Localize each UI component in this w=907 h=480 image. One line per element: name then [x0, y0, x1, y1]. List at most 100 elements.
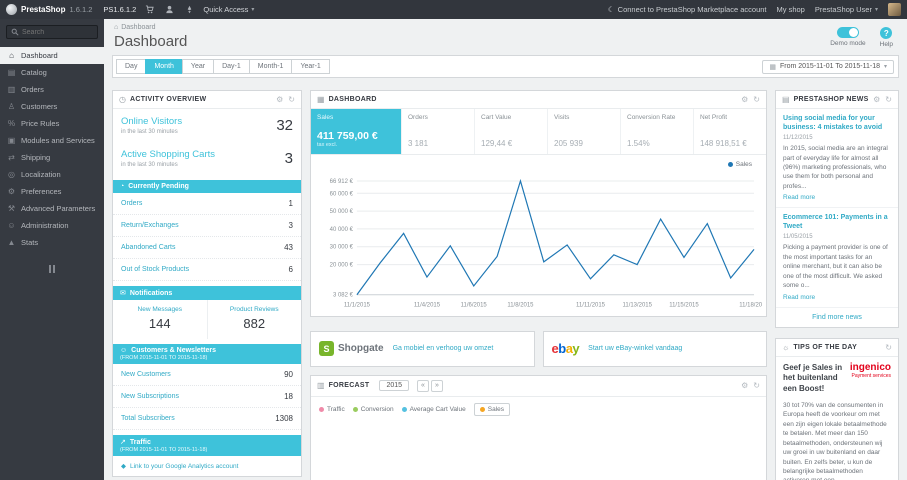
sidebar-item-label: Modules and Services: [21, 136, 95, 145]
legend-label: Traffic: [327, 405, 345, 413]
launch-icon[interactable]: [183, 5, 196, 14]
sidebar-item-localization[interactable]: ◎ Localization: [0, 166, 104, 183]
refresh-icon[interactable]: ↻: [885, 95, 892, 104]
out-of-stock-row[interactable]: Out of Stock Products 6: [113, 259, 301, 281]
row-value: 90: [284, 370, 293, 379]
kpi-orders[interactable]: Orders 3 181: [402, 109, 475, 154]
read-more-link[interactable]: Read more: [783, 294, 891, 301]
cart-icon[interactable]: [143, 5, 156, 14]
gear-icon[interactable]: ⚙: [741, 95, 748, 104]
localization-icon: ◎: [8, 170, 15, 179]
active-carts-label: Active Shopping Carts: [121, 149, 215, 160]
legend-label: Average Cart Value: [409, 405, 466, 413]
help-button[interactable]: ?: [880, 27, 893, 39]
sidebar-item-preferences[interactable]: ⚙ Preferences: [0, 183, 104, 200]
product-reviews-stat[interactable]: Product Reviews 882: [206, 300, 302, 339]
refresh-icon[interactable]: ↻: [753, 381, 760, 390]
sidebar-item-customers[interactable]: ♙ Customers: [0, 98, 104, 115]
ebay-module-card: ebay Start uw eBay-winkel vandaag: [542, 330, 767, 367]
new-customers-row[interactable]: New Customers 90: [113, 364, 301, 386]
range-month-1-button[interactable]: Month-1: [248, 59, 293, 74]
find-more-news-link[interactable]: Find more news: [776, 308, 898, 327]
sidebar-nav: ⌂ Dashboard ▤ Catalog ▥ Orders ♙ Custome…: [0, 47, 104, 251]
new-messages-stat[interactable]: New Messages 144: [113, 300, 207, 339]
currently-pending-header: ◔ Currently Pending: [113, 180, 301, 193]
marketplace-link[interactable]: ☾ Connect to PrestaShop Marketplace acco…: [608, 5, 767, 14]
breadcrumb-label: Dashboard: [121, 24, 156, 31]
new-subscriptions-row[interactable]: New Subscriptions 18: [113, 386, 301, 408]
kpi-net-profit[interactable]: Net Profit 148 918,51 €: [694, 109, 766, 154]
collapse-menu-button[interactable]: [49, 265, 55, 273]
stat-value: 882: [243, 316, 266, 331]
google-analytics-link[interactable]: ◆ Link to your Google Analytics account: [113, 456, 301, 476]
range-day-1-button[interactable]: Day-1: [213, 59, 250, 74]
read-more-link[interactable]: Read more: [783, 194, 891, 201]
kpi-conversion-rate[interactable]: Conversion Rate 1.54%: [621, 109, 694, 154]
tip-body: 30 tot 70% van de consumenten in Europa …: [783, 401, 887, 480]
article-title-link[interactable]: Using social media for your business: 4 …: [783, 114, 891, 132]
ebay-cta-link[interactable]: Start uw eBay-winkel vandaag: [588, 345, 682, 352]
refresh-icon[interactable]: ↻: [753, 95, 760, 104]
total-subscribers-row[interactable]: Total Subscribers 1308: [113, 408, 301, 430]
demo-mode-toggle[interactable]: [836, 27, 859, 38]
forecast-legend-average-cart-value[interactable]: Average Cart Value: [401, 405, 466, 413]
person-icon[interactable]: [163, 5, 176, 14]
next-year-button[interactable]: »: [430, 379, 443, 392]
brand[interactable]: PrestaShop 1.6.1.2: [6, 4, 92, 15]
date-range-picker[interactable]: ▦ From 2015-11-01 To 2015-11-18 ▾: [762, 59, 894, 74]
gear-icon[interactable]: ⚙: [276, 95, 283, 104]
user-menu[interactable]: PrestaShop User ▾: [815, 5, 878, 14]
previous-year-button[interactable]: «: [417, 379, 429, 392]
kpi-visits[interactable]: Visits 205 939: [548, 109, 621, 154]
forecast-legend-traffic[interactable]: Traffic: [319, 406, 345, 413]
svg-text:11/6/2015: 11/6/2015: [461, 303, 488, 309]
shopgate-cta-link[interactable]: Ga mobiel en verhoog uw omzet: [393, 345, 494, 352]
sidebar-item-catalog[interactable]: ▤ Catalog: [0, 64, 104, 81]
gear-icon[interactable]: ⚙: [741, 381, 748, 390]
kpi-cart-value[interactable]: Cart Value 129,44 €: [475, 109, 548, 154]
quick-access-menu[interactable]: Quick Access ▾: [203, 5, 254, 14]
sidebar-item-advanced-parameters[interactable]: ⚒ Advanced Parameters: [0, 200, 104, 217]
traffic-dot-icon: [319, 406, 324, 412]
chart-legend[interactable]: Sales: [727, 161, 752, 168]
sidebar-item-orders[interactable]: ▥ Orders: [0, 81, 104, 98]
gear-icon[interactable]: ⚙: [873, 95, 880, 104]
forecast-legend-conversion[interactable]: Conversion: [352, 406, 394, 413]
kpi-sales[interactable]: Sales 411 759,00 € tax excl.: [311, 109, 402, 154]
kpi-label: Visits: [554, 114, 570, 121]
link-icon: ◆: [121, 463, 126, 470]
shop-name-link[interactable]: PS1.6.1.2: [103, 5, 136, 14]
sidebar-item-price-rules[interactable]: % Price Rules: [0, 115, 104, 132]
sidebar-search: [6, 25, 98, 39]
my-shop-link[interactable]: My shop: [777, 5, 805, 14]
pending-orders-row[interactable]: Orders 1: [113, 193, 301, 215]
online-visitors-row[interactable]: Online Visitors in the last 30 minutes 3…: [113, 109, 301, 142]
search-input[interactable]: [22, 28, 93, 36]
active-carts-row[interactable]: Active Shopping Carts in the last 30 min…: [113, 142, 301, 175]
sidebar-item-shipping[interactable]: ⇄ Shipping: [0, 149, 104, 166]
abandoned-carts-row[interactable]: Abandoned Carts 43: [113, 237, 301, 259]
pending-returns-row[interactable]: Return/Exchanges 3: [113, 215, 301, 237]
refresh-icon[interactable]: ↻: [885, 343, 892, 352]
refresh-icon[interactable]: ↻: [288, 95, 295, 104]
topbar: PrestaShop 1.6.1.2 PS1.6.1.2 Quick Acces…: [0, 0, 907, 19]
sidebar-item-dashboard[interactable]: ⌂ Dashboard: [0, 47, 104, 64]
home-icon: ⌂: [114, 24, 119, 31]
range-month-button[interactable]: Month: [145, 59, 183, 74]
section-title: Notifications: [129, 289, 173, 297]
user-avatar[interactable]: [888, 3, 901, 16]
sidebar-item-modules[interactable]: ▣ Modules and Services: [0, 132, 104, 149]
stat-value: 144: [148, 316, 171, 331]
range-day-button[interactable]: Day: [116, 59, 147, 74]
kpi-label: Cart Value: [481, 114, 512, 121]
forecast-year-select[interactable]: 2015: [379, 380, 410, 392]
range-year-button[interactable]: Year: [181, 59, 215, 74]
sidebar-item-administration[interactable]: ☺ Administration: [0, 217, 104, 234]
sidebar-item-label: Orders: [21, 85, 44, 94]
article-title-link[interactable]: Ecommerce 101: Payments in a Tweet: [783, 213, 891, 231]
sidebar-item-stats[interactable]: ▲ Stats: [0, 234, 104, 251]
range-year-1-button[interactable]: Year-1: [291, 59, 330, 74]
kpi-value: 1.54%: [627, 139, 650, 148]
forecast-legend-sales[interactable]: Sales: [473, 402, 510, 416]
shopgate-module-card: S Shopgate Ga mobiel en verhoog uw omzet: [310, 330, 535, 367]
